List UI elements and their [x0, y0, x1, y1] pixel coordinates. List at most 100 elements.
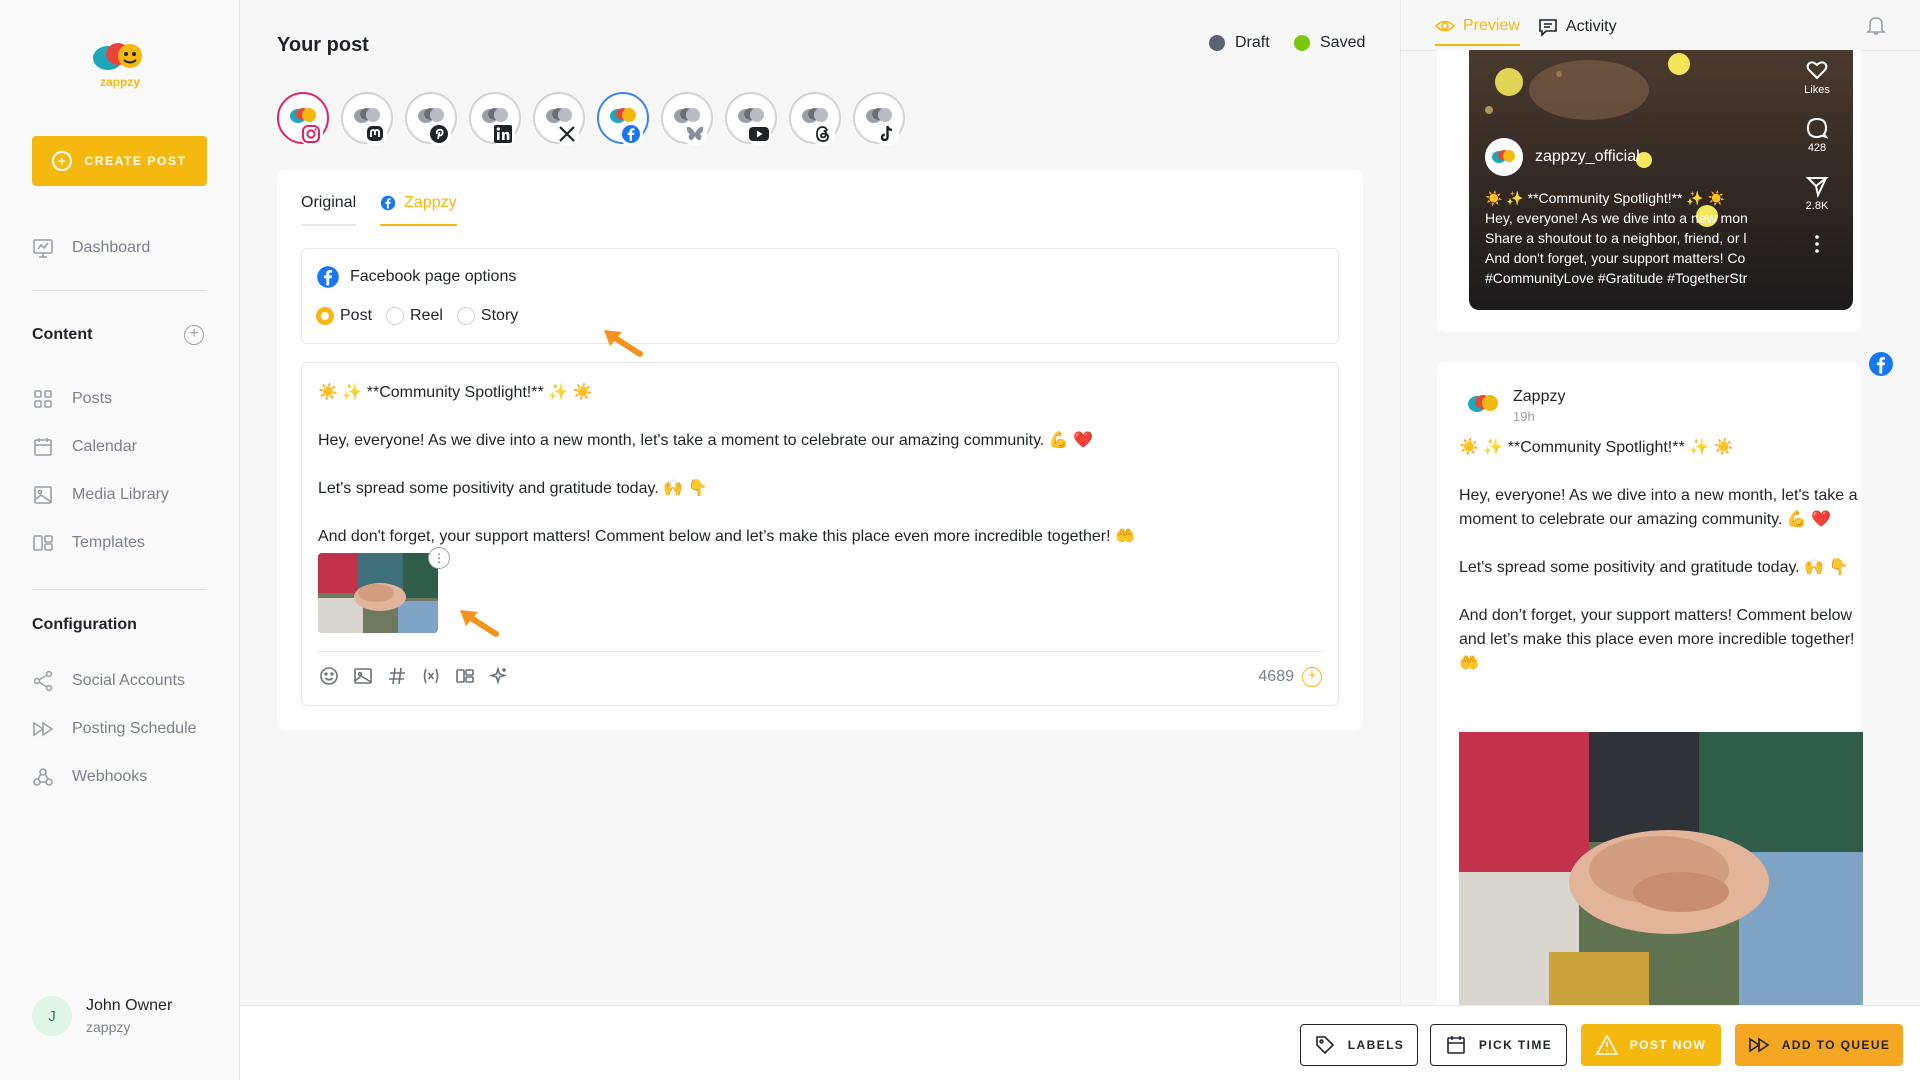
- status-saved: Saved: [1294, 34, 1365, 52]
- account-facebook[interactable]: [597, 92, 649, 146]
- tab-original-label: Original: [301, 194, 357, 211]
- tab-zappzy-label: Zappzy: [404, 194, 457, 211]
- sidebar-divider: [32, 290, 207, 291]
- editor-toolbar: [318, 665, 510, 687]
- radio-post-indicator: [316, 307, 334, 325]
- add-thread-icon[interactable]: +: [1302, 667, 1322, 687]
- add-to-queue-button[interactable]: ADD TO QUEUE: [1735, 1024, 1903, 1066]
- attached-image-thumbnail[interactable]: [318, 553, 438, 633]
- template-button[interactable]: [454, 665, 476, 687]
- account-youtube[interactable]: [725, 92, 777, 146]
- youtube-icon: [747, 122, 771, 146]
- add-image-button[interactable]: [352, 665, 374, 687]
- nav-calendar[interactable]: Calendar: [32, 432, 137, 462]
- reel-preview: zappzy_official ☀️ ✨ **Community Spotlig…: [1469, 50, 1853, 310]
- bluesky-icon: [683, 122, 707, 146]
- template-icon: [33, 535, 53, 551]
- hands-photo: [1459, 732, 1863, 1005]
- facebook-page-options: Facebook page options Post Reel Story: [301, 248, 1339, 344]
- nav-dashboard[interactable]: Dashboard: [32, 233, 150, 263]
- nav-posts[interactable]: Posts: [32, 384, 112, 414]
- calendar-icon: [1447, 1036, 1465, 1054]
- reel-caption-line: ☀️ ✨ **Community Spotlight!** ✨ ☀️: [1485, 190, 1726, 206]
- post-now-button-label: POST NOW: [1629, 1038, 1707, 1052]
- account-linkedin[interactable]: [469, 92, 521, 146]
- status-saved-label: Saved: [1320, 34, 1366, 51]
- pick-time-button[interactable]: PICK TIME: [1430, 1024, 1567, 1066]
- account-mastodon[interactable]: [341, 92, 393, 146]
- tab-activity[interactable]: Activity: [1538, 16, 1617, 46]
- radio-reel[interactable]: Reel: [386, 307, 443, 325]
- radio-post[interactable]: Post: [316, 307, 372, 325]
- warning-icon: [1595, 1034, 1618, 1055]
- thumbnail-menu-icon[interactable]: ⋮: [428, 547, 450, 569]
- post-now-button[interactable]: POST NOW: [1581, 1024, 1721, 1066]
- labels-button[interactable]: LABELS: [1300, 1024, 1418, 1066]
- fast-forward-icon: [33, 721, 54, 737]
- avatar: [1468, 395, 1498, 412]
- character-count-value: 4689: [1258, 668, 1294, 685]
- create-post-button[interactable]: + CREATE POST: [32, 136, 207, 186]
- user-profile[interactable]: J John Owner zappzy: [32, 996, 172, 1036]
- account-instagram[interactable]: [277, 92, 329, 146]
- labels-button-label: LABELS: [1347, 1038, 1405, 1052]
- account-x[interactable]: [533, 92, 585, 146]
- account-threads[interactable]: [789, 92, 841, 146]
- nav-media-library[interactable]: Media Library: [32, 480, 169, 510]
- hashtag-button[interactable]: [386, 665, 408, 687]
- variable-icon: [423, 668, 439, 684]
- content-section-title: Content: [32, 326, 93, 343]
- post-text[interactable]: ☀️ ✨ **Community Spotlight!** ✨ ☀️ Hey, …: [318, 381, 1135, 573]
- editor-divider: [318, 651, 1324, 652]
- comment-count: 428: [1807, 142, 1827, 154]
- comment-icon: [1539, 19, 1557, 37]
- fast-forward-icon: [1748, 1037, 1770, 1053]
- reel-caption-line: #CommunityLove #Gratitude #TogetherStr: [1485, 270, 1748, 286]
- nav-templates[interactable]: Templates: [32, 528, 145, 558]
- config-section-title: Configuration: [32, 616, 137, 633]
- tab-preview[interactable]: Preview: [1435, 16, 1520, 46]
- hands-photo: [318, 553, 438, 633]
- variable-button[interactable]: [420, 665, 442, 687]
- image-icon: [354, 668, 372, 684]
- dashboard-icon: [33, 239, 53, 258]
- zappzy-logo[interactable]: zappzy: [84, 36, 156, 92]
- post-text-editor[interactable]: ☀️ ✨ **Community Spotlight!** ✨ ☀️ Hey, …: [301, 362, 1339, 706]
- radio-story[interactable]: Story: [456, 307, 518, 325]
- template-icon: [456, 669, 474, 683]
- hashtag-icon: [389, 667, 405, 685]
- post-editor-card: Original Zappzy Facebook page options Po…: [277, 170, 1363, 730]
- character-count: 4689 +: [1258, 667, 1322, 687]
- nav-social-accounts[interactable]: Social Accounts: [32, 666, 185, 696]
- tab-activity-label: Activity: [1565, 18, 1617, 35]
- account-tiktok[interactable]: [853, 92, 905, 146]
- add-content-icon[interactable]: +: [184, 325, 204, 345]
- heart-icon[interactable]: [1793, 56, 1841, 84]
- account-bluesky[interactable]: [661, 92, 713, 146]
- fb-post-line: And don’t forget, your support matters! …: [1459, 607, 1855, 672]
- facebook-icon: [619, 122, 643, 146]
- more-icon[interactable]: [1793, 230, 1841, 258]
- bell-icon[interactable]: [1865, 14, 1887, 36]
- mastodon-icon: [363, 122, 387, 146]
- comment-icon[interactable]: [1793, 114, 1841, 142]
- likes-label: Likes: [1804, 84, 1830, 96]
- tab-original[interactable]: Original: [301, 194, 357, 226]
- reel-caption-line: Share a shoutout to a neighbor, friend, …: [1485, 230, 1747, 246]
- fb-post-line: Hey, everyone! As we dive into a new mon…: [1459, 487, 1858, 528]
- ai-assist-button[interactable]: [488, 665, 510, 687]
- nav-posting-schedule[interactable]: Posting Schedule: [32, 714, 197, 744]
- pinterest-icon: [427, 122, 451, 146]
- account-selector: [277, 92, 905, 146]
- calendar-icon: [34, 438, 52, 456]
- nav-webhooks[interactable]: Webhooks: [32, 762, 147, 792]
- account-pinterest[interactable]: [405, 92, 457, 146]
- plus-icon: +: [52, 151, 73, 171]
- grid-icon: [34, 390, 52, 408]
- emoji-button[interactable]: [318, 665, 340, 687]
- tiktok-icon: [875, 122, 899, 146]
- nav-dashboard-label: Dashboard: [72, 239, 151, 256]
- pointer-arrow-icon: [460, 610, 499, 637]
- send-icon[interactable]: [1793, 172, 1841, 200]
- tab-zappzy[interactable]: Zappzy: [380, 194, 457, 226]
